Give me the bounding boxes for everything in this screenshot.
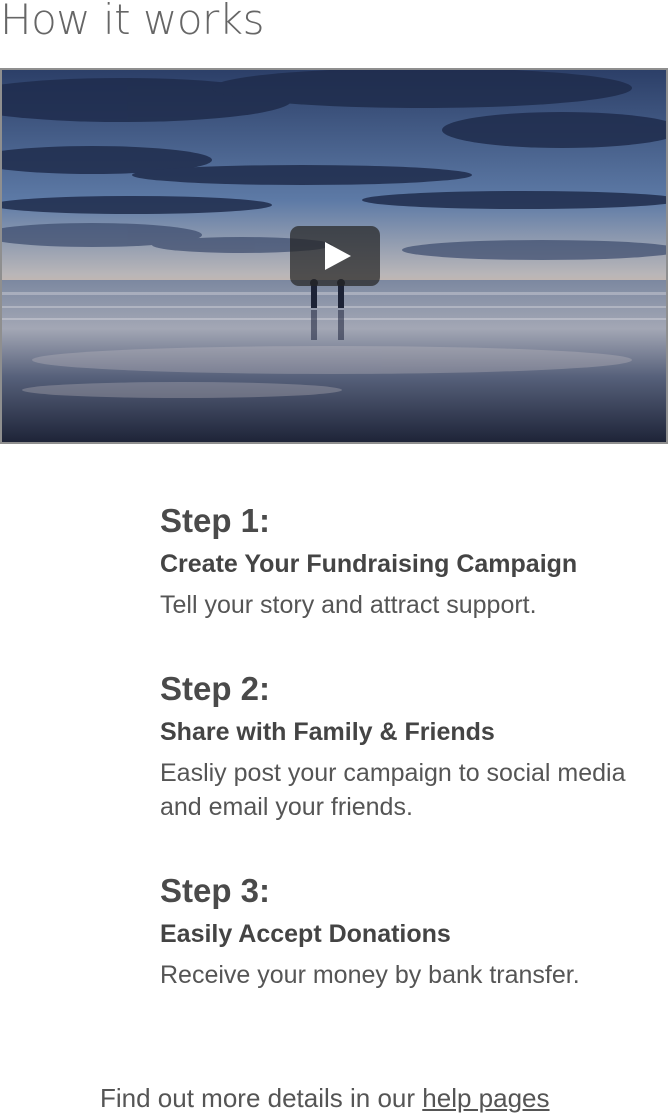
video-player[interactable]	[0, 68, 668, 444]
step-3: Step 3: Easily Accept Donations Receive …	[160, 868, 640, 992]
step-description: Tell your story and attract support.	[160, 591, 537, 619]
play-icon	[325, 242, 351, 270]
step-subtitle: Share with Family & Friends	[160, 718, 495, 746]
step-subtitle: Easily Accept Donations	[160, 920, 451, 948]
step-title: Step 1:	[160, 502, 271, 539]
steps-list: Step 1: Create Your Fundraising Campaign…	[160, 498, 640, 1036]
step-1: Step 1: Create Your Fundraising Campaign…	[160, 498, 640, 622]
page-title: How it works	[0, 0, 265, 44]
step-subtitle: Create Your Fundraising Campaign	[160, 550, 578, 578]
footer-text: Find out more details in our	[100, 1083, 423, 1113]
step-2: Step 2: Share with Family & Friends Easl…	[160, 666, 640, 824]
help-footer: Find out more details in our help pages	[100, 1078, 550, 1118]
play-button[interactable]	[290, 226, 380, 286]
step-title: Step 2:	[160, 670, 271, 707]
step-description: Easliy post your campaign to social medi…	[160, 759, 626, 821]
help-pages-link[interactable]: help pages	[422, 1083, 549, 1113]
step-description: Receive your money by bank transfer.	[160, 961, 580, 989]
step-title: Step 3:	[160, 872, 271, 909]
